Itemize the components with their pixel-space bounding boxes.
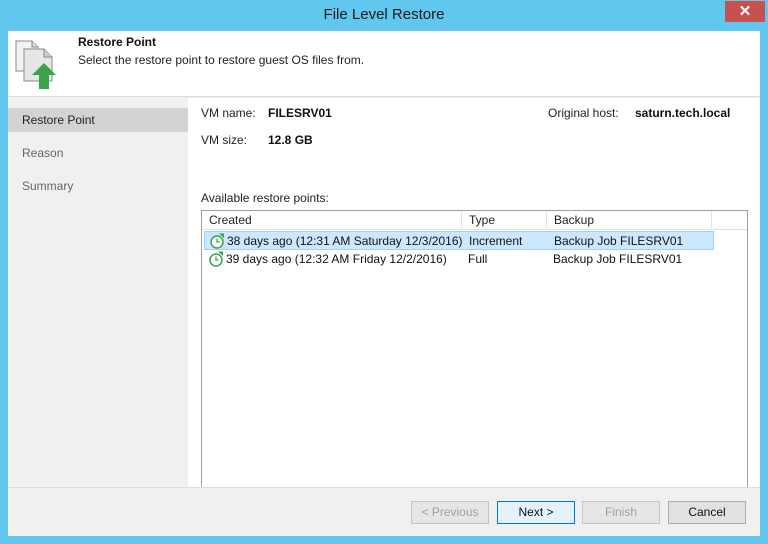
restore-point-panel: VM name: FILESRV01 Original host: saturn… — [188, 98, 760, 509]
header-description: Select the restore point to restore gues… — [78, 53, 365, 67]
column-backup[interactable]: Backup — [547, 211, 712, 230]
cancel-button[interactable]: Cancel — [668, 501, 746, 524]
original-host-label: Original host: — [548, 106, 619, 120]
step-summary[interactable]: Summary — [8, 174, 188, 198]
restore-point-clock-icon — [210, 233, 224, 249]
column-created[interactable]: Created — [202, 211, 462, 230]
vm-name-label: VM name: — [201, 106, 256, 120]
restore-points-list[interactable]: Created Type Backup 38 days ago (12:31 A… — [201, 210, 748, 509]
restore-documents-icon — [15, 40, 56, 89]
close-button[interactable]: ✕ — [725, 1, 765, 22]
restore-point-clock-icon — [209, 251, 223, 267]
row-type: Increment — [469, 234, 523, 248]
file-level-restore-window: File Level Restore ✕ Restore Point Selec… — [0, 0, 768, 544]
wizard-footer: < Previous Next > Finish Cancel — [8, 487, 760, 536]
row-created: 38 days ago (12:31 AM Saturday 12/3/2016… — [227, 234, 463, 248]
vm-size-label: VM size: — [201, 133, 248, 147]
wizard-header: Restore Point Select the restore point t… — [8, 31, 760, 97]
row-backup: Backup Job FILESRV01 — [553, 252, 683, 266]
restore-point-row[interactable]: 38 days ago (12:31 AM Saturday 12/3/2016… — [204, 231, 714, 250]
step-restore-point[interactable]: Restore Point — [8, 108, 188, 132]
window-title: File Level Restore — [323, 6, 445, 23]
previous-button[interactable]: < Previous — [411, 501, 489, 524]
row-backup: Backup Job FILESRV01 — [554, 234, 684, 248]
vm-size-value: 12.8 GB — [268, 133, 313, 147]
row-type: Full — [468, 252, 488, 266]
column-type[interactable]: Type — [462, 211, 547, 230]
wizard-body: Restore Point Select the restore point t… — [8, 31, 760, 536]
next-button[interactable]: Next > — [497, 501, 575, 524]
header-title: Restore Point — [78, 35, 157, 49]
row-created: 39 days ago (12:32 AM Friday 12/2/2016) — [226, 252, 447, 266]
restore-points-label: Available restore points: — [201, 191, 329, 205]
finish-button[interactable]: Finish — [582, 501, 660, 524]
list-header: Created Type Backup — [202, 211, 747, 230]
restore-point-row[interactable]: 39 days ago (12:32 AM Friday 12/2/2016) … — [204, 250, 714, 269]
wizard-steps: Restore Point Reason Summary — [8, 98, 188, 487]
title-bar[interactable]: File Level Restore ✕ — [0, 0, 768, 30]
vm-name-value: FILESRV01 — [268, 106, 332, 120]
step-reason[interactable]: Reason — [8, 141, 188, 165]
original-host-value: saturn.tech.local — [635, 106, 731, 120]
